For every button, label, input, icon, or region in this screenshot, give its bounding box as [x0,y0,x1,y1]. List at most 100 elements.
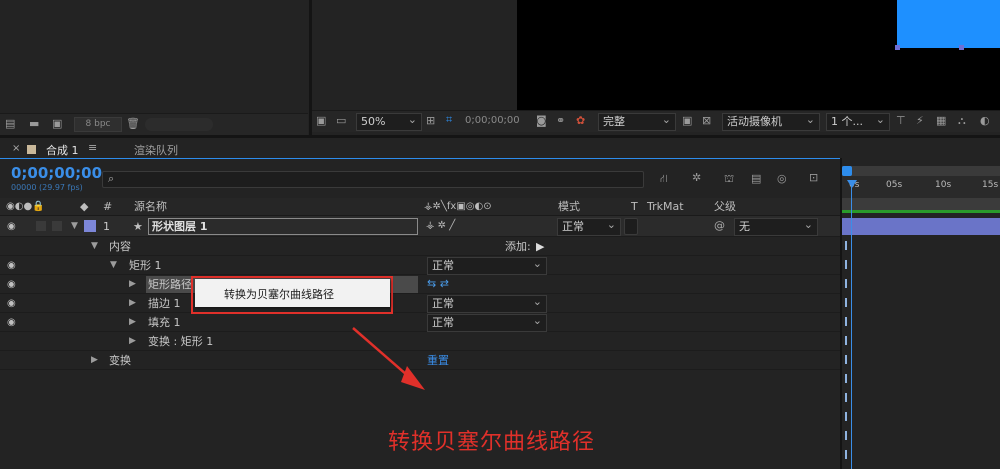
shy-layers-icon[interactable]: ⛫ [724,172,734,187]
expand-layer-triangle[interactable]: ▼ [71,216,78,237]
motion-blur-icon[interactable]: ◎ [777,172,787,185]
work-area-bar[interactable] [842,166,1000,176]
comp-color-swatch [27,145,36,154]
safe-margins-icon[interactable]: ⊞ [426,114,435,127]
expand-rect-triangle[interactable]: ▼ [110,256,117,275]
close-tab-icon[interactable]: × [12,143,20,154]
tab-composition[interactable]: 合成 1 [46,142,79,158]
new-folder-icon[interactable]: ▬ [29,117,39,130]
expand-fill-triangle[interactable]: ▶ [129,313,136,332]
tab-menu-icon[interactable]: ≡ [88,141,97,154]
layer-index: 1 [103,220,110,233]
rect-path-label[interactable]: 矩形路径 [148,275,192,294]
rect-mode-dropdown[interactable]: 正常 [427,256,547,275]
project-footer-bar: ▤ ▬ ▣ 8 bpc 🗑 [0,113,308,135]
layer-search-input[interactable]: ⌕ [102,171,644,188]
eye-icon[interactable]: ◉ [7,256,16,275]
layer-name[interactable]: 形状图层 1 [148,218,418,235]
column-number[interactable]: # [103,199,112,215]
column-t[interactable]: T [631,199,638,215]
camera-dropdown[interactable]: 活动摄像机 [722,112,820,131]
property-tick [845,279,847,288]
annotation-caption: 转换贝塞尔曲线路径 [388,430,596,455]
timeline-icon[interactable]: ▦ [936,114,946,127]
color-channels-icon[interactable]: ✿ [576,114,585,127]
layer-row[interactable]: ◉ ▼ 1 ★ 形状图层 1 ⚶ ✲ ╱ 正常 @ 无 [0,216,840,237]
shape-handle-left[interactable] [895,45,900,50]
context-menu-item-convert-bezier[interactable]: 转换为贝塞尔曲线路径 [224,286,334,302]
contents-label: 内容 [109,240,131,253]
project-zoom-slider[interactable] [145,118,213,131]
expand-stroke-triangle[interactable]: ▶ [129,294,136,313]
column-mode[interactable]: 模式 [558,199,580,215]
column-source-name[interactable]: 源名称 [134,199,167,215]
zoom-dropdown[interactable]: 50% [356,112,422,131]
rectangle-shape[interactable] [897,0,1000,48]
expand-rect-path-triangle[interactable]: ▶ [129,275,136,294]
eye-icon[interactable]: ◉ [7,313,16,332]
rect-group-row: ◉ ▼ 矩形 1 正常 [0,256,840,275]
region-of-interest-icon[interactable]: ▣ [682,114,692,127]
playhead-line[interactable] [851,186,852,469]
viewer-timecode[interactable]: 0;00;00;00 [465,115,535,126]
label-color-swatch[interactable] [84,220,96,232]
fast-preview-icon[interactable]: ⚡ [916,114,924,127]
fill-label: 填充 1 [148,316,181,329]
layer-switches[interactable]: ⚶ ✲ ╱ [426,220,455,231]
path-direction-icon[interactable]: ⇆ ⇄ [427,277,449,290]
parent-dropdown[interactable]: 无 [734,217,818,236]
layer-duration-bar[interactable] [842,218,1000,235]
eye-icon[interactable]: ◉ [7,294,16,313]
expand-transform-rect-triangle[interactable]: ▶ [129,332,136,351]
layer-switch-boxes[interactable] [495,220,555,232]
comp-flowchart-icon[interactable]: ⛙ [660,172,668,187]
project-panel [0,0,308,113]
resolution-dropdown[interactable]: 完整 [598,112,676,131]
graph-editor-icon[interactable]: ⊡ [809,171,818,184]
trash-icon[interactable]: 🗑 [126,117,140,130]
trkmat-box[interactable] [624,218,638,235]
toggle-pixel-aspect-icon[interactable]: ⊤ [896,114,906,127]
flowchart-icon[interactable]: ⛬ [958,114,966,128]
lock-box[interactable] [52,221,62,231]
time-ruler[interactable]: 0s 05s 10s 15s [842,176,1000,198]
add-menu-icon[interactable]: ▶ [536,237,544,256]
bpc-button[interactable]: 8 bpc [74,117,122,132]
column-trkmat[interactable]: TrkMat [647,199,684,215]
ruler-label-15: 15s [982,180,999,190]
work-area-start-handle[interactable] [842,166,852,176]
interpret-footage-icon[interactable]: ▤ [5,117,15,130]
layer-mode-dropdown[interactable]: 正常 [557,217,621,236]
fps-display: 00000 (29.97 fps) [11,183,83,192]
always-preview-icon[interactable]: ▣ [316,114,326,127]
playhead-head[interactable] [847,180,857,188]
eye-icon[interactable]: ◉ [7,275,16,294]
column-parent[interactable]: 父级 [714,199,736,215]
fill-mode-dropdown[interactable]: 正常 [427,313,547,332]
current-time-display[interactable]: 0;00;00;00 [11,164,102,182]
monitor-icon[interactable]: ▭ [336,114,346,127]
pick-whip-icon[interactable]: @ [714,219,725,232]
transparency-icon[interactable]: ⊠ [702,114,711,127]
show-snapshot-icon[interactable]: ⚭ [556,114,565,127]
eye-icon[interactable]: ◉ [7,216,16,237]
switches-icons: ⚶✲╲fx▣◎◐⊙ [424,201,492,212]
new-composition-icon[interactable]: ▣ [52,117,62,130]
exposure-icon[interactable]: ◐ [980,114,990,127]
frame-blending-icon[interactable]: ▤ [751,172,761,185]
views-dropdown[interactable]: 1 个... [826,112,890,131]
solo-box[interactable] [36,221,46,231]
expand-transform-triangle[interactable]: ▶ [91,351,98,370]
snapshot-icon[interactable]: ◙ [536,114,547,127]
property-tick [845,298,847,307]
label-column-icon[interactable]: ◆ [80,199,88,215]
stroke-mode-dropdown[interactable]: 正常 [427,294,547,313]
transparency-grid-icon[interactable]: ⌗ [446,113,452,127]
shape-handle-right[interactable] [959,45,964,50]
expand-contents-triangle[interactable]: ▼ [91,237,98,256]
tab-underline [0,158,840,159]
tab-render-queue[interactable]: 渲染队列 [134,142,178,158]
draft-3d-icon[interactable]: ✲ [692,171,701,184]
render-bar [842,210,1000,213]
viewer-toolbar: ▣ ▭ 50% ⊞ ⌗ 0;00;00;00 ◙ ⚭ ✿ 完整 ▣ ⊠ 活动摄像… [312,110,1000,132]
